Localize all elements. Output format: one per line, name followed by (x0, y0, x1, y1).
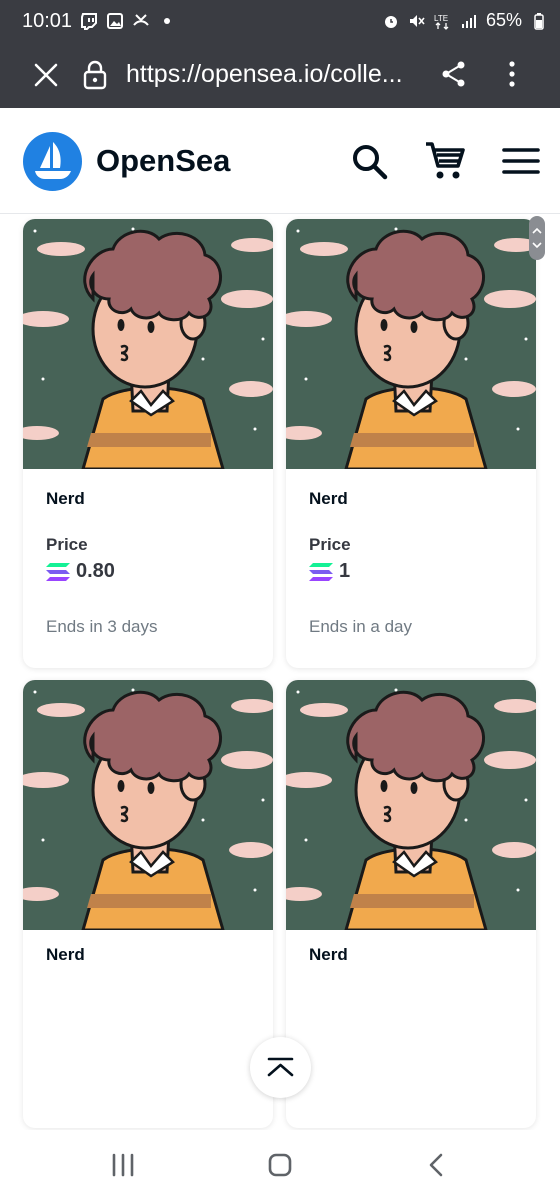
auction-ends: Ends in a day (309, 617, 413, 636)
status-bar: 10:01 LTE 65% (0, 0, 560, 44)
price-label: Price (46, 535, 88, 554)
gallery-icon (107, 13, 123, 29)
price-label: Price (309, 535, 351, 554)
brand-name[interactable]: OpenSea (96, 143, 230, 179)
solana-icon (46, 562, 70, 581)
back-icon[interactable] (426, 1152, 446, 1178)
signal-icon (461, 14, 476, 28)
site-header: OpenSea (0, 108, 560, 214)
nft-name[interactable]: Nerd (309, 945, 348, 965)
twitch-icon (81, 13, 97, 30)
chevron-up-icon (267, 1057, 294, 1077)
nft-name[interactable]: Nerd (309, 489, 348, 509)
price-row: 1 (309, 560, 350, 583)
close-icon[interactable] (32, 61, 60, 89)
browser-chrome: 10:01 LTE 65% https://opensea.io/colle..… (0, 0, 560, 108)
scroll-handle[interactable] (529, 216, 545, 260)
lte-icon: LTE (434, 14, 449, 30)
missed-call-icon (133, 14, 149, 26)
nft-name[interactable]: Nerd (46, 945, 85, 965)
nft-grid: Nerd Price 0.80 Ends in 3 days Nerd Pric… (0, 216, 560, 1130)
url-bar: https://opensea.io/colle... (0, 46, 560, 104)
nft-image[interactable] (23, 680, 273, 930)
cart-icon[interactable] (424, 140, 466, 182)
price-value: 1 (339, 560, 351, 582)
mute-icon (409, 14, 425, 27)
status-time: 10:01 (22, 10, 73, 32)
alarm-icon (384, 15, 397, 28)
nft-name[interactable]: Nerd (46, 489, 85, 509)
menu-icon[interactable] (502, 146, 540, 176)
battery-icon (534, 12, 544, 30)
more-options-icon[interactable] (500, 60, 524, 88)
nft-image[interactable] (23, 219, 273, 469)
share-icon[interactable] (440, 60, 468, 88)
solana-icon (309, 562, 333, 581)
opensea-logo-icon[interactable] (23, 132, 82, 191)
search-icon[interactable] (350, 142, 390, 182)
nft-card[interactable]: Nerd Price 1 Ends in a day (286, 219, 536, 668)
price-row: 0.80 (46, 560, 115, 583)
nft-image[interactable] (286, 219, 536, 469)
android-nav-bar (0, 1130, 560, 1200)
notification-icons (80, 12, 176, 30)
nft-image[interactable] (286, 680, 536, 930)
price-value: 0.80 (76, 560, 115, 582)
svg-text:LTE: LTE (434, 14, 448, 23)
nft-card[interactable]: Nerd (286, 680, 536, 1128)
scroll-to-top-button[interactable] (250, 1037, 311, 1098)
system-icons: LTE 65% (382, 10, 548, 31)
battery-percent: 65% (485, 10, 522, 30)
url-text[interactable]: https://opensea.io/colle... (126, 60, 416, 89)
dot-icon (164, 18, 170, 24)
recent-apps-icon[interactable] (110, 1152, 136, 1178)
nft-card[interactable]: Nerd (23, 680, 273, 1128)
home-icon[interactable] (267, 1152, 293, 1178)
lock-icon[interactable] (82, 60, 108, 90)
auction-ends: Ends in 3 days (46, 617, 158, 636)
nft-card[interactable]: Nerd Price 0.80 Ends in 3 days (23, 219, 273, 668)
